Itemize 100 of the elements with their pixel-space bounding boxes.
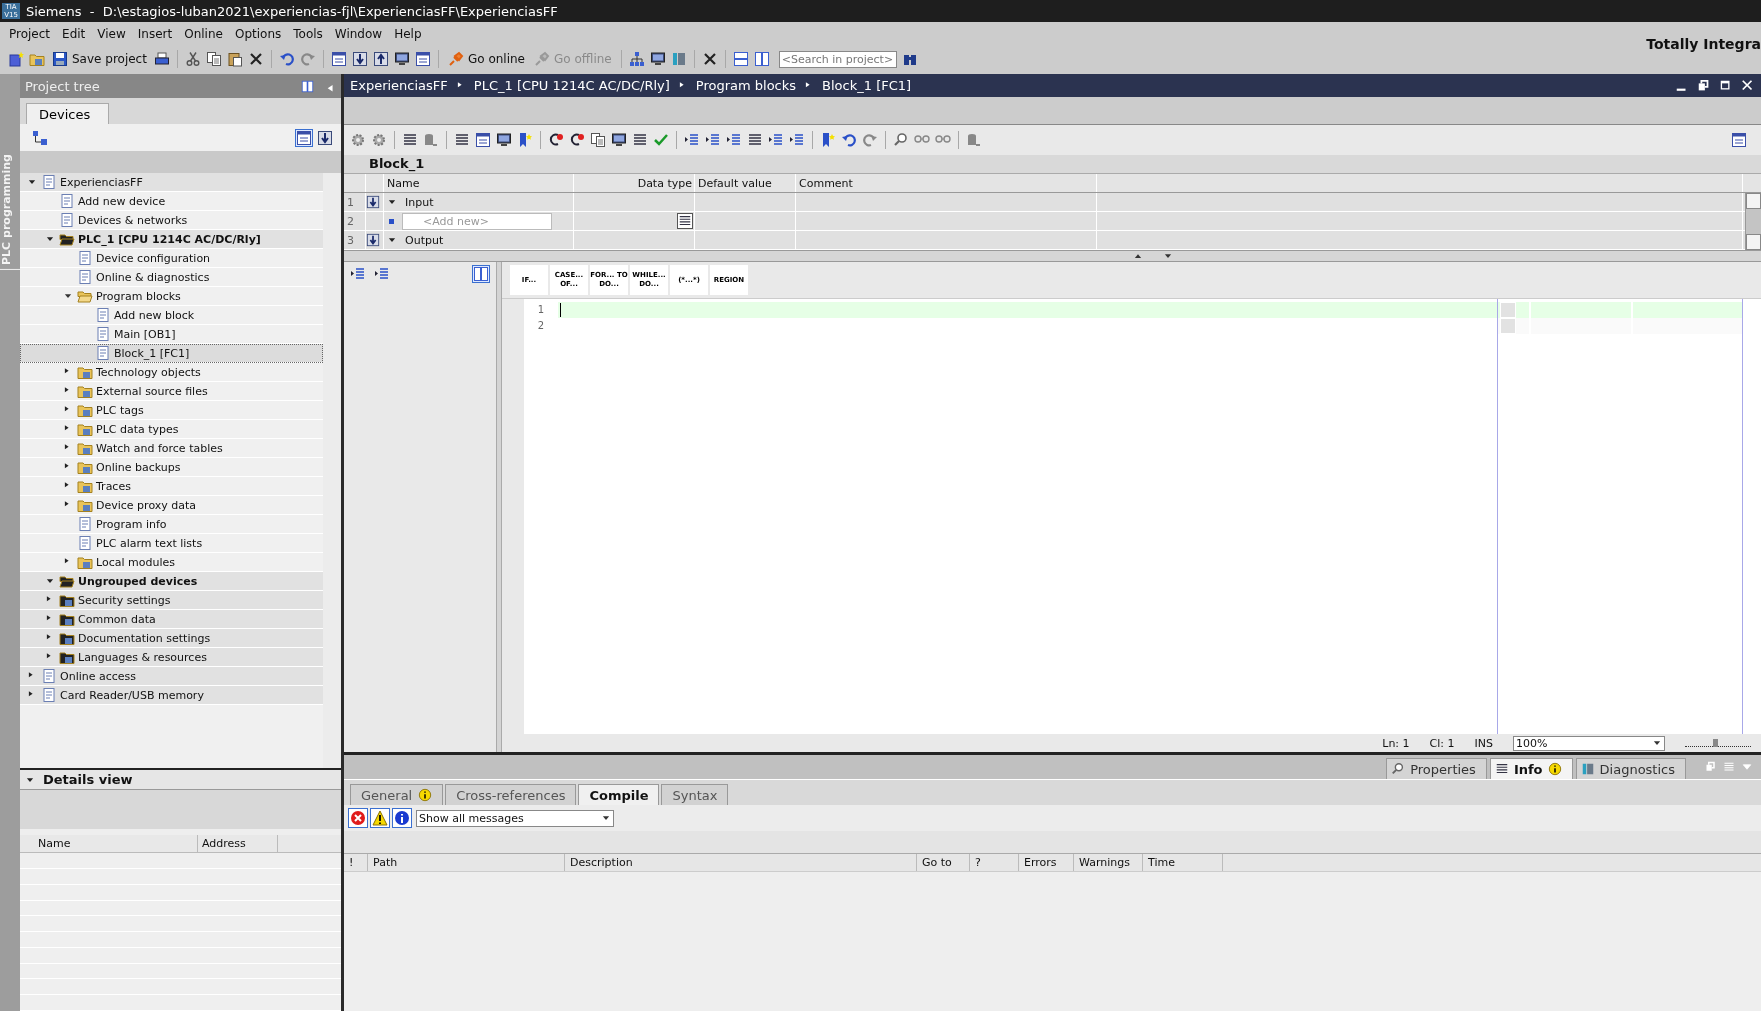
maximize-icon[interactable] xyxy=(1719,78,1733,93)
search-icon[interactable] xyxy=(893,132,909,148)
menu-item[interactable]: Project xyxy=(6,27,60,41)
clipboard-icon[interactable] xyxy=(226,51,243,67)
split-horizontal-icon[interactable] xyxy=(732,51,749,67)
loop-icon[interactable] xyxy=(548,132,564,148)
column-header[interactable]: Default value xyxy=(695,174,796,192)
undo-icon[interactable] xyxy=(278,51,295,67)
check-icon[interactable] xyxy=(653,132,669,148)
scrollbar[interactable] xyxy=(1745,193,1761,250)
message-filter-dropdown[interactable]: Show all messages xyxy=(416,809,614,827)
tab[interactable]: Properties xyxy=(1386,758,1487,779)
indent-icon[interactable] xyxy=(684,132,700,148)
tree-item[interactable]: Card Reader/USB memory xyxy=(20,686,323,705)
bookmark-icon[interactable] xyxy=(820,132,836,148)
window-icon[interactable] xyxy=(414,51,431,67)
tree-item[interactable]: Main [OB1] xyxy=(20,325,323,344)
tree-item[interactable]: Program info xyxy=(20,515,323,534)
close-icon[interactable] xyxy=(701,51,718,67)
tree-item[interactable]: Block_1 [FC1] xyxy=(20,344,323,363)
column-header[interactable]: Description xyxy=(565,854,917,871)
breadcrumb-item[interactable]: PLC_1 [CPU 1214C AC/DC/Rly] xyxy=(473,78,670,93)
details-header[interactable]: Details view xyxy=(20,770,341,791)
folder-icon[interactable] xyxy=(29,51,45,67)
outline-icon[interactable] xyxy=(350,266,366,282)
close-icon[interactable] xyxy=(1741,78,1755,93)
list-icon[interactable] xyxy=(454,132,470,148)
monitor-icon[interactable] xyxy=(649,51,666,67)
monitor-icon[interactable] xyxy=(496,132,512,148)
menu-item[interactable]: Tools xyxy=(290,27,332,41)
tab[interactable]: Devices xyxy=(26,103,110,124)
indent-icon[interactable] xyxy=(768,132,784,148)
menu-item[interactable]: View xyxy=(94,27,135,41)
column-header[interactable]: Data type xyxy=(574,174,695,192)
upload-icon[interactable] xyxy=(372,51,389,67)
filter-warning-button[interactable] xyxy=(370,808,390,828)
menu-item[interactable]: Insert xyxy=(134,27,182,41)
printer-icon[interactable] xyxy=(153,51,170,67)
tree-item[interactable]: Add new block xyxy=(20,306,323,325)
column-header[interactable]: Go to xyxy=(917,854,970,871)
copy-icon[interactable] xyxy=(590,132,606,148)
filter-error-button[interactable] xyxy=(348,808,368,828)
tree-item[interactable]: Add new device xyxy=(20,192,323,211)
scissors-icon[interactable] xyxy=(184,51,201,67)
column-header[interactable]: ? xyxy=(970,854,1019,871)
delete-icon[interactable] xyxy=(247,51,264,67)
tree-item[interactable]: Devices & networks xyxy=(20,211,323,230)
save-project-button[interactable]: Save project xyxy=(50,51,149,67)
slider-thumb[interactable] xyxy=(1712,739,1718,747)
tree-item[interactable]: Online access xyxy=(20,667,323,686)
new-project-icon[interactable] xyxy=(8,51,24,67)
gear-icon[interactable] xyxy=(371,132,387,148)
table-view-icon[interactable] xyxy=(295,128,313,147)
network-icon[interactable] xyxy=(628,51,645,67)
column-header[interactable]: Comment xyxy=(796,174,1097,192)
tree-item[interactable]: Online & diagnostics xyxy=(20,268,323,287)
copy-icon[interactable] xyxy=(205,51,222,67)
tree-item[interactable]: Device configuration xyxy=(20,249,323,268)
breadcrumb-item[interactable]: ExperienciasFF xyxy=(350,78,448,93)
bookmark-icon[interactable] xyxy=(517,132,533,148)
layout-icon[interactable] xyxy=(301,79,314,93)
column-header[interactable]: Path xyxy=(368,854,565,871)
window-icon[interactable] xyxy=(475,132,491,148)
menu-item[interactable]: Online xyxy=(181,27,232,41)
tree-item[interactable]: Ungrouped devices xyxy=(20,572,323,591)
column-header[interactable]: Errors xyxy=(1019,854,1074,871)
download-icon[interactable] xyxy=(351,51,368,67)
indent-icon[interactable] xyxy=(789,132,805,148)
tab[interactable]: General xyxy=(350,784,444,805)
tree-item[interactable]: Documentation settings xyxy=(20,629,323,648)
breadcrumb-item[interactable]: Block_1 [FC1] xyxy=(822,78,912,93)
breadcrumb-item[interactable]: Program blocks xyxy=(695,78,797,93)
tab[interactable]: Syntax xyxy=(661,784,729,805)
menu-item[interactable]: Help xyxy=(391,27,431,41)
tab[interactable]: Cross-references xyxy=(445,784,577,805)
menu-item[interactable]: Options xyxy=(231,27,291,41)
tree-item[interactable]: Languages & resources xyxy=(20,648,323,667)
split-vertical-icon[interactable] xyxy=(753,51,770,67)
search-field[interactable]: <Search in project> xyxy=(778,50,897,68)
tab[interactable]: Info xyxy=(1489,758,1573,779)
list-icon[interactable] xyxy=(747,132,763,148)
list-icon[interactable] xyxy=(402,132,418,148)
tree-item[interactable]: PLC_1 [CPU 1214C AC/DC/Rly] xyxy=(20,230,323,249)
monitor-icon[interactable] xyxy=(611,132,627,148)
cylinder-icon[interactable] xyxy=(423,132,439,148)
window-icon[interactable] xyxy=(330,51,347,67)
name-input[interactable]: <Add new> xyxy=(402,212,552,230)
tree-item[interactable]: PLC alarm text lists xyxy=(20,534,323,553)
tab[interactable]: Diagnostics xyxy=(1575,758,1686,779)
sync-icon[interactable] xyxy=(472,265,490,283)
indent-icon[interactable] xyxy=(705,132,721,148)
loop-icon[interactable] xyxy=(569,132,585,148)
column-header[interactable]: Name xyxy=(384,174,574,192)
window-icon[interactable] xyxy=(1731,132,1747,148)
list-icon[interactable] xyxy=(374,266,390,282)
undo-icon[interactable] xyxy=(841,132,857,148)
update-icon[interactable] xyxy=(317,129,333,146)
column-header[interactable]: Time xyxy=(1143,854,1223,871)
menu-item[interactable]: Window xyxy=(331,27,392,41)
column-header[interactable]: Warnings xyxy=(1074,854,1143,871)
